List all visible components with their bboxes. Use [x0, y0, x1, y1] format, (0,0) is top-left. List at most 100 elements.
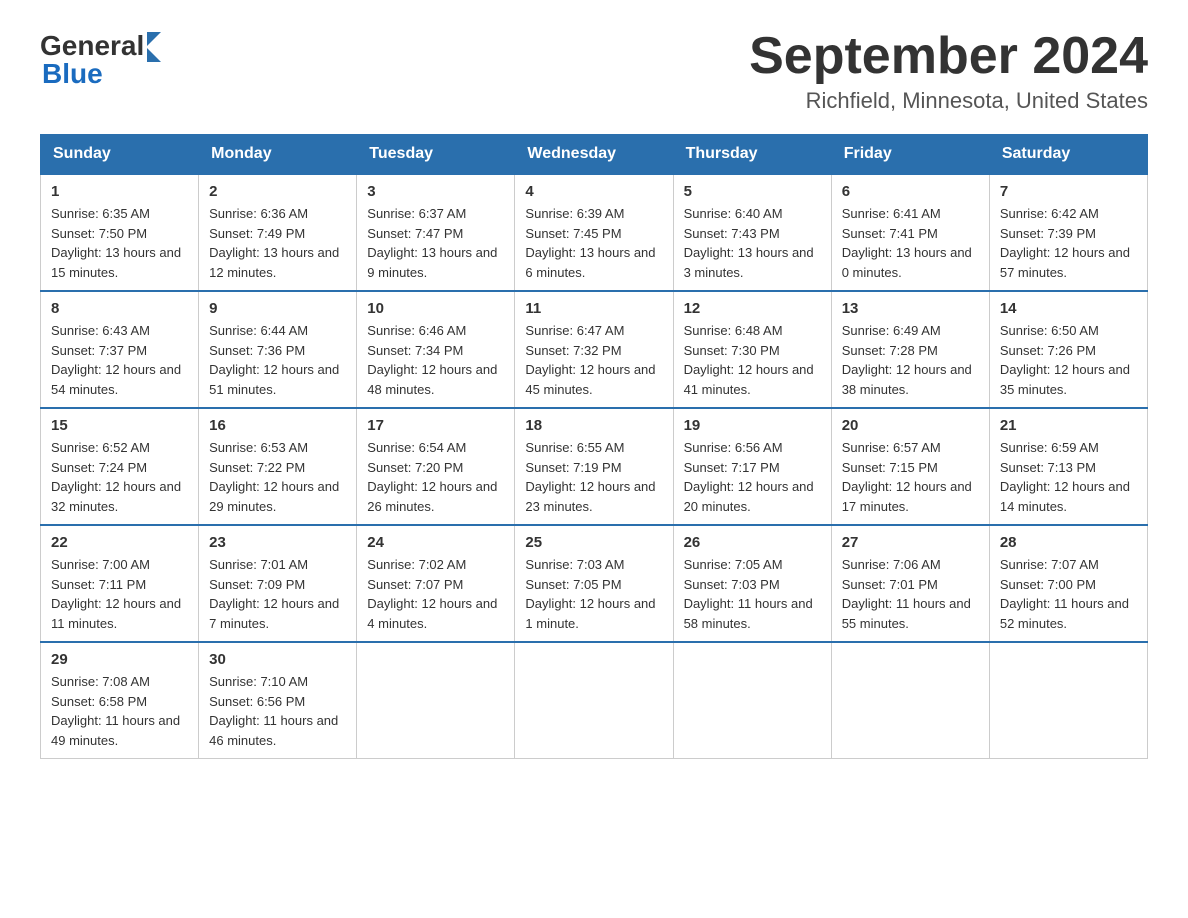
day-detail: Sunrise: 6:49 AMSunset: 7:28 PMDaylight:… — [842, 323, 972, 397]
calendar-cell: 14 Sunrise: 6:50 AMSunset: 7:26 PMDaylig… — [989, 291, 1147, 408]
calendar-table: Sunday Monday Tuesday Wednesday Thursday… — [40, 134, 1148, 759]
day-detail: Sunrise: 6:36 AMSunset: 7:49 PMDaylight:… — [209, 206, 339, 280]
day-number: 21 — [1000, 417, 1137, 434]
day-detail: Sunrise: 7:10 AMSunset: 6:56 PMDaylight:… — [209, 674, 338, 748]
day-detail: Sunrise: 6:54 AMSunset: 7:20 PMDaylight:… — [367, 440, 497, 514]
calendar-cell — [515, 642, 673, 759]
calendar-week-row: 1 Sunrise: 6:35 AMSunset: 7:50 PMDayligh… — [41, 174, 1148, 291]
day-detail: Sunrise: 6:52 AMSunset: 7:24 PMDaylight:… — [51, 440, 181, 514]
calendar-cell: 5 Sunrise: 6:40 AMSunset: 7:43 PMDayligh… — [673, 174, 831, 291]
calendar-cell — [357, 642, 515, 759]
day-detail: Sunrise: 6:39 AMSunset: 7:45 PMDaylight:… — [525, 206, 655, 280]
calendar-cell: 28 Sunrise: 7:07 AMSunset: 7:00 PMDaylig… — [989, 525, 1147, 642]
day-number: 14 — [1000, 300, 1137, 317]
calendar-cell: 10 Sunrise: 6:46 AMSunset: 7:34 PMDaylig… — [357, 291, 515, 408]
day-number: 10 — [367, 300, 504, 317]
day-detail: Sunrise: 6:47 AMSunset: 7:32 PMDaylight:… — [525, 323, 655, 397]
day-number: 2 — [209, 183, 346, 200]
day-number: 29 — [51, 651, 188, 668]
day-number: 12 — [684, 300, 821, 317]
calendar-cell: 18 Sunrise: 6:55 AMSunset: 7:19 PMDaylig… — [515, 408, 673, 525]
day-number: 30 — [209, 651, 346, 668]
day-detail: Sunrise: 6:50 AMSunset: 7:26 PMDaylight:… — [1000, 323, 1130, 397]
calendar-cell: 7 Sunrise: 6:42 AMSunset: 7:39 PMDayligh… — [989, 174, 1147, 291]
col-tuesday: Tuesday — [357, 135, 515, 175]
month-title: September 2024 — [749, 30, 1148, 82]
day-number: 23 — [209, 534, 346, 551]
calendar-cell: 16 Sunrise: 6:53 AMSunset: 7:22 PMDaylig… — [199, 408, 357, 525]
day-number: 5 — [684, 183, 821, 200]
day-detail: Sunrise: 7:05 AMSunset: 7:03 PMDaylight:… — [684, 557, 813, 631]
day-number: 4 — [525, 183, 662, 200]
day-number: 25 — [525, 534, 662, 551]
day-number: 20 — [842, 417, 979, 434]
day-detail: Sunrise: 6:55 AMSunset: 7:19 PMDaylight:… — [525, 440, 655, 514]
calendar-cell: 8 Sunrise: 6:43 AMSunset: 7:37 PMDayligh… — [41, 291, 199, 408]
day-number: 24 — [367, 534, 504, 551]
day-detail: Sunrise: 6:43 AMSunset: 7:37 PMDaylight:… — [51, 323, 181, 397]
day-detail: Sunrise: 6:57 AMSunset: 7:15 PMDaylight:… — [842, 440, 972, 514]
calendar-cell: 4 Sunrise: 6:39 AMSunset: 7:45 PMDayligh… — [515, 174, 673, 291]
day-detail: Sunrise: 6:59 AMSunset: 7:13 PMDaylight:… — [1000, 440, 1130, 514]
day-number: 28 — [1000, 534, 1137, 551]
calendar-cell: 21 Sunrise: 6:59 AMSunset: 7:13 PMDaylig… — [989, 408, 1147, 525]
calendar-week-row: 8 Sunrise: 6:43 AMSunset: 7:37 PMDayligh… — [41, 291, 1148, 408]
day-number: 19 — [684, 417, 821, 434]
day-number: 22 — [51, 534, 188, 551]
day-detail: Sunrise: 7:01 AMSunset: 7:09 PMDaylight:… — [209, 557, 339, 631]
day-number: 27 — [842, 534, 979, 551]
day-number: 3 — [367, 183, 504, 200]
calendar-week-row: 22 Sunrise: 7:00 AMSunset: 7:11 PMDaylig… — [41, 525, 1148, 642]
calendar-cell — [673, 642, 831, 759]
day-detail: Sunrise: 6:56 AMSunset: 7:17 PMDaylight:… — [684, 440, 814, 514]
calendar-cell: 22 Sunrise: 7:00 AMSunset: 7:11 PMDaylig… — [41, 525, 199, 642]
calendar-cell: 2 Sunrise: 6:36 AMSunset: 7:49 PMDayligh… — [199, 174, 357, 291]
calendar-cell: 26 Sunrise: 7:05 AMSunset: 7:03 PMDaylig… — [673, 525, 831, 642]
logo: General Blue — [40, 30, 161, 90]
calendar-cell: 3 Sunrise: 6:37 AMSunset: 7:47 PMDayligh… — [357, 174, 515, 291]
day-detail: Sunrise: 6:44 AMSunset: 7:36 PMDaylight:… — [209, 323, 339, 397]
col-friday: Friday — [831, 135, 989, 175]
calendar-cell — [831, 642, 989, 759]
day-detail: Sunrise: 7:08 AMSunset: 6:58 PMDaylight:… — [51, 674, 180, 748]
day-detail: Sunrise: 7:07 AMSunset: 7:00 PMDaylight:… — [1000, 557, 1129, 631]
day-detail: Sunrise: 6:37 AMSunset: 7:47 PMDaylight:… — [367, 206, 497, 280]
calendar-cell: 25 Sunrise: 7:03 AMSunset: 7:05 PMDaylig… — [515, 525, 673, 642]
day-number: 1 — [51, 183, 188, 200]
calendar-cell: 19 Sunrise: 6:56 AMSunset: 7:17 PMDaylig… — [673, 408, 831, 525]
calendar-cell — [989, 642, 1147, 759]
day-detail: Sunrise: 7:06 AMSunset: 7:01 PMDaylight:… — [842, 557, 971, 631]
title-section: September 2024 Richfield, Minnesota, Uni… — [749, 30, 1148, 114]
day-number: 18 — [525, 417, 662, 434]
day-detail: Sunrise: 6:40 AMSunset: 7:43 PMDaylight:… — [684, 206, 814, 280]
calendar-cell: 27 Sunrise: 7:06 AMSunset: 7:01 PMDaylig… — [831, 525, 989, 642]
calendar-week-row: 15 Sunrise: 6:52 AMSunset: 7:24 PMDaylig… — [41, 408, 1148, 525]
calendar-cell: 15 Sunrise: 6:52 AMSunset: 7:24 PMDaylig… — [41, 408, 199, 525]
day-number: 11 — [525, 300, 662, 317]
day-number: 8 — [51, 300, 188, 317]
col-saturday: Saturday — [989, 135, 1147, 175]
day-number: 16 — [209, 417, 346, 434]
day-detail: Sunrise: 6:46 AMSunset: 7:34 PMDaylight:… — [367, 323, 497, 397]
calendar-cell: 11 Sunrise: 6:47 AMSunset: 7:32 PMDaylig… — [515, 291, 673, 408]
calendar-cell: 6 Sunrise: 6:41 AMSunset: 7:41 PMDayligh… — [831, 174, 989, 291]
calendar-header-row: Sunday Monday Tuesday Wednesday Thursday… — [41, 135, 1148, 175]
calendar-cell: 29 Sunrise: 7:08 AMSunset: 6:58 PMDaylig… — [41, 642, 199, 759]
calendar-cell: 23 Sunrise: 7:01 AMSunset: 7:09 PMDaylig… — [199, 525, 357, 642]
day-number: 6 — [842, 183, 979, 200]
calendar-week-row: 29 Sunrise: 7:08 AMSunset: 6:58 PMDaylig… — [41, 642, 1148, 759]
day-detail: Sunrise: 6:41 AMSunset: 7:41 PMDaylight:… — [842, 206, 972, 280]
day-detail: Sunrise: 7:00 AMSunset: 7:11 PMDaylight:… — [51, 557, 181, 631]
day-number: 9 — [209, 300, 346, 317]
col-monday: Monday — [199, 135, 357, 175]
location-title: Richfield, Minnesota, United States — [749, 88, 1148, 114]
day-number: 13 — [842, 300, 979, 317]
day-detail: Sunrise: 6:42 AMSunset: 7:39 PMDaylight:… — [1000, 206, 1130, 280]
calendar-cell: 17 Sunrise: 6:54 AMSunset: 7:20 PMDaylig… — [357, 408, 515, 525]
calendar-cell: 12 Sunrise: 6:48 AMSunset: 7:30 PMDaylig… — [673, 291, 831, 408]
calendar-cell: 9 Sunrise: 6:44 AMSunset: 7:36 PMDayligh… — [199, 291, 357, 408]
day-detail: Sunrise: 7:03 AMSunset: 7:05 PMDaylight:… — [525, 557, 655, 631]
calendar-cell: 24 Sunrise: 7:02 AMSunset: 7:07 PMDaylig… — [357, 525, 515, 642]
day-detail: Sunrise: 6:48 AMSunset: 7:30 PMDaylight:… — [684, 323, 814, 397]
day-detail: Sunrise: 6:35 AMSunset: 7:50 PMDaylight:… — [51, 206, 181, 280]
